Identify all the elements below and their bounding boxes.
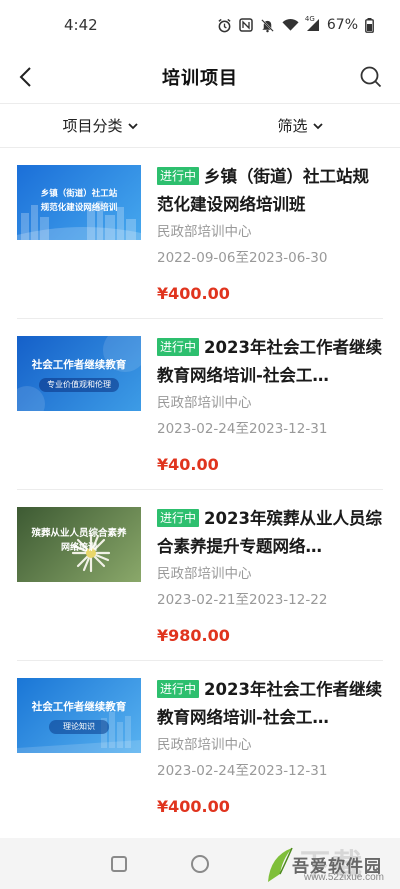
course-card[interactable]: 社会工作者继续教育 专业价值观和伦理 进行中 2023年社会工作者继续教育网络培训… <box>17 319 383 490</box>
thumb-line-1: 社会工作者继续教育 <box>31 359 127 371</box>
status-badge: 进行中 <box>157 509 200 527</box>
network-label: 4G <box>304 15 315 23</box>
thumb-line-1: 社会工作者继续教育 <box>31 701 127 713</box>
mute-icon <box>261 18 274 32</box>
home-button[interactable] <box>191 855 209 873</box>
search-button[interactable] <box>356 62 386 92</box>
status-time: 4:42 <box>64 16 98 34</box>
course-price: ¥40.00 <box>157 455 219 474</box>
course-info: 进行中 乡镇（街道）社工站规范化建设网络培训班 民政部培训中心 2022-09-0… <box>157 163 383 304</box>
chevron-down-icon <box>312 123 323 130</box>
thumb-line-1: 乡镇（街道）社工站 <box>40 189 118 199</box>
course-org: 民政部培训中心 <box>157 566 252 582</box>
thumb-line-2: 网络培训 <box>60 543 97 553</box>
course-thumbnail: 乡镇（街道）社工站 规范化建设网络培训 <box>17 165 141 240</box>
app-header: 培训项目 <box>0 50 400 104</box>
course-title: 进行中 2023年殡葬从业人员综合素养提升专题网络… <box>157 505 383 561</box>
course-thumbnail: 社会工作者继续教育 专业价值观和伦理 <box>17 336 141 411</box>
course-card[interactable]: 乡镇（街道）社工站 规范化建设网络培训 进行中 乡镇（街道）社工站规范化建设网络培… <box>17 148 383 319</box>
course-thumbnail: 殡葬从业人员综合素养 网络培训 <box>17 507 141 582</box>
chevron-down-icon <box>127 123 138 130</box>
course-info: 进行中 2023年殡葬从业人员综合素养提升专题网络… 民政部培训中心 2023-0… <box>157 505 383 646</box>
watermark-site: www.52zixue.com <box>303 872 384 883</box>
search-icon <box>360 66 382 88</box>
system-nav-bar: 下载 吾爱软件园 www.52zixue.com <box>0 838 400 889</box>
back-arrow-icon <box>19 67 31 87</box>
thumb-line-2: 专业价值观和伦理 <box>39 378 119 392</box>
thumb-line-1: 殡葬从业人员综合素养 <box>31 528 127 539</box>
course-info: 进行中 2023年社会工作者继续教育网络培训-社会工… 民政部培训中心 2023-… <box>157 334 383 475</box>
course-dates: 2023-02-24至2023-12-31 <box>157 421 328 437</box>
watermark-logo-icon <box>268 847 293 882</box>
course-dates: 2022-09-06至2023-06-30 <box>157 250 328 266</box>
wifi-icon <box>282 19 299 31</box>
course-dates: 2023-02-24至2023-12-31 <box>157 763 328 779</box>
category-label: 项目分类 <box>62 117 123 135</box>
recents-button[interactable] <box>111 856 127 872</box>
decor-graphic <box>17 712 141 753</box>
course-title: 进行中 2023年社会工作者继续教育网络培训-社会工… <box>157 334 383 390</box>
signal-indicator: 4G <box>304 15 320 32</box>
course-org: 民政部培训中心 <box>157 737 252 753</box>
category-dropdown[interactable]: 项目分类 <box>0 104 200 147</box>
decor-graphic <box>17 336 141 411</box>
thumb-line-2: 规范化建设网络培训 <box>40 203 118 213</box>
thumb-line-2: 理论知识 <box>49 720 109 734</box>
status-icons: 4G 67% <box>217 15 374 33</box>
course-price: ¥400.00 <box>157 797 230 816</box>
course-thumbnail: 社会工作者继续教育 理论知识 <box>17 678 141 753</box>
watermark: 下载 吾爱软件园 www.52zixue.com <box>264 842 394 888</box>
filter-label: 筛选 <box>277 117 308 135</box>
course-info: 进行中 2023年社会工作者继续教育网络培训-社会工… 民政部培训中心 2023-… <box>157 676 383 817</box>
course-card[interactable]: 社会工作者继续教育 理论知识 进行中 2023年社会工作者继续教育网络培训-社会工… <box>17 661 383 832</box>
course-price: ¥980.00 <box>157 626 230 645</box>
status-badge: 进行中 <box>157 167 200 185</box>
status-badge: 进行中 <box>157 338 200 356</box>
filter-bar: 项目分类 筛选 <box>0 104 400 148</box>
course-list: 乡镇（街道）社工站 规范化建设网络培训 进行中 乡镇（街道）社工站规范化建设网络培… <box>0 148 400 832</box>
course-dates: 2023-02-21至2023-12-22 <box>157 592 328 608</box>
battery-icon <box>365 17 374 33</box>
page-title: 培训项目 <box>162 67 238 89</box>
course-org: 民政部培训中心 <box>157 224 252 240</box>
status-badge: 进行中 <box>157 680 200 698</box>
course-title: 进行中 2023年社会工作者继续教育网络培训-社会工… <box>157 676 383 732</box>
battery-text: 67% <box>326 17 358 33</box>
course-org: 民政部培训中心 <box>157 395 252 411</box>
course-price: ¥400.00 <box>157 284 230 303</box>
back-button[interactable] <box>12 63 40 91</box>
nfc-icon <box>239 18 253 32</box>
filter-dropdown[interactable]: 筛选 <box>200 104 400 147</box>
status-bar: 4:42 4G 67% <box>0 0 400 50</box>
alarm-icon <box>218 18 231 32</box>
course-title: 进行中 乡镇（街道）社工站规范化建设网络培训班 <box>157 163 383 219</box>
course-card[interactable]: 殡葬从业人员综合素养 网络培训 进行中 2023年殡葬从业人员综合素养提升专题网络… <box>17 490 383 661</box>
